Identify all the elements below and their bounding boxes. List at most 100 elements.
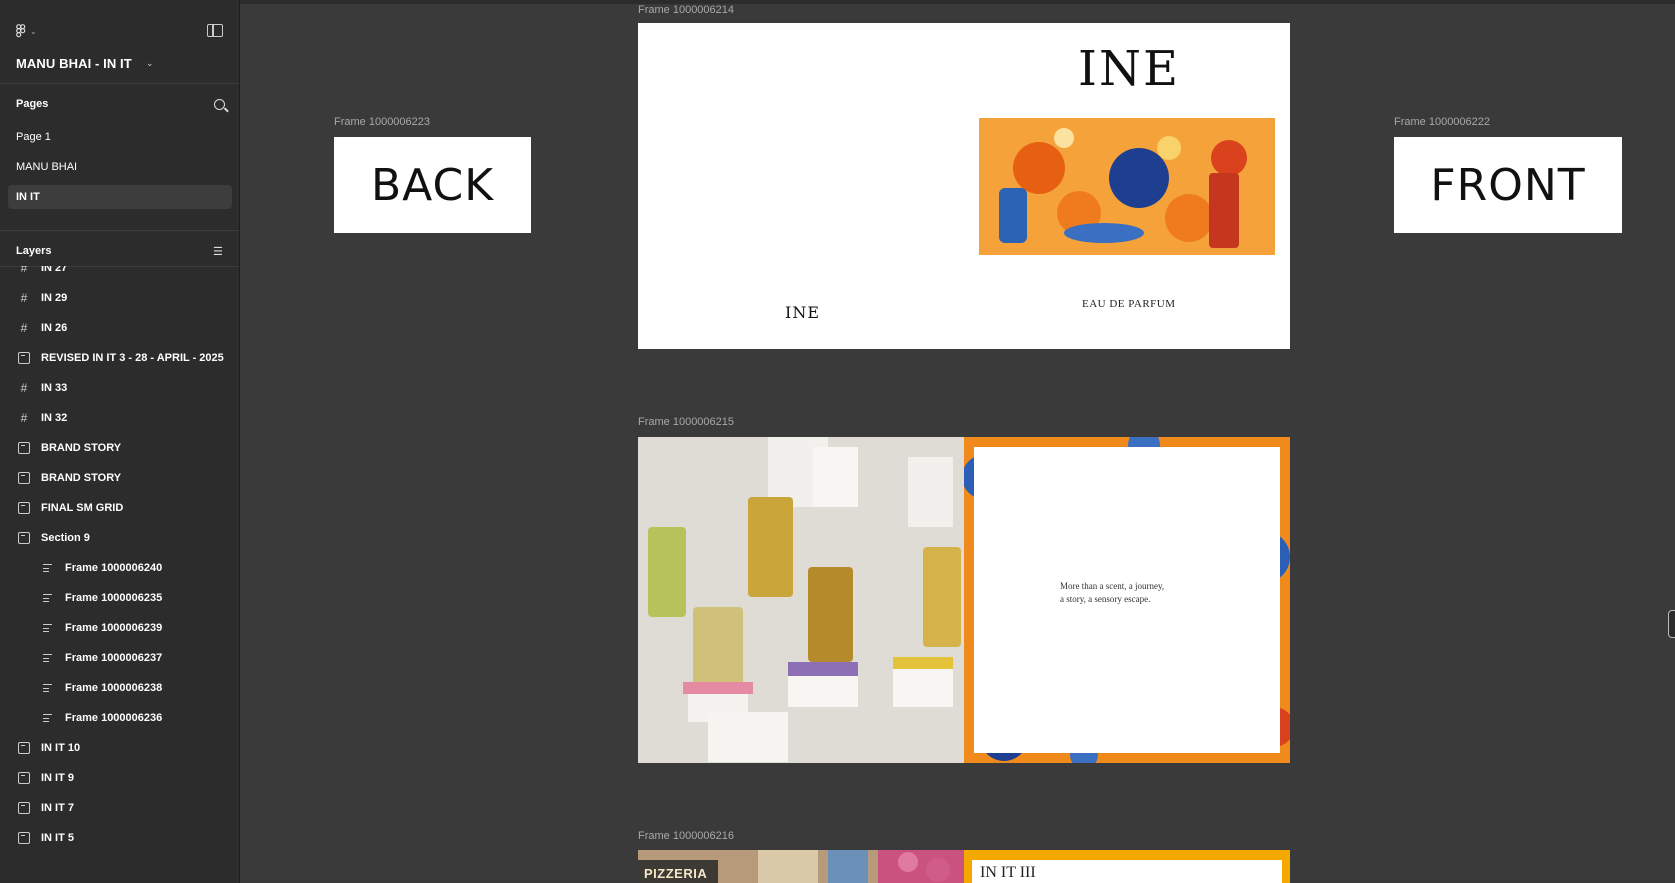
tagline-line-2: a story, a sensory escape. [1060,594,1151,604]
frame-hash-icon: # [20,381,28,395]
layer-label: IN IT 10 [41,742,81,754]
figma-logo-icon [16,24,26,38]
layer-item[interactable]: Frame 1000006236 [0,702,239,734]
frame-layout-icon [42,682,54,694]
page-item-in-it[interactable]: IN IT [8,185,232,209]
layer-label: IN IT 5 [41,832,75,844]
story-frame[interactable]: PIZZERIA IN IT III [638,850,1290,883]
frame-layout-icon [42,652,54,664]
section-icon [18,802,30,814]
frame-label[interactable]: Frame 1000006223 [334,116,430,128]
layer-item[interactable]: Section 9 [0,522,239,554]
canvas-scrollbar[interactable] [1668,610,1675,638]
small-brand-logo: INE [785,303,820,322]
pages-title: Pages [16,98,49,110]
frame-hash-icon: # [20,411,28,425]
frame-layout-icon [42,622,54,634]
layer-item[interactable]: IN IT 7 [0,792,239,824]
illustration-image [979,118,1275,255]
layer-item[interactable]: IN IT 9 [0,762,239,794]
layer-item[interactable]: Frame 1000006240 [0,552,239,584]
frame-label[interactable]: Frame 1000006222 [1394,116,1490,128]
shop-sign: PIZZERIA [644,866,708,881]
section-icon [18,352,30,364]
layer-item[interactable]: REVISED IN IT 3 - 28 - APRIL - 2025 [0,342,239,374]
layer-item[interactable]: IN IT 10 [0,732,239,764]
layers-list: # IN 27 # IN 29 # IN 26 REVISED IN IT 3 - 2… [0,266,239,883]
layer-item[interactable]: Frame 1000006238 [0,672,239,704]
page-item-page-1[interactable]: Page 1 [8,125,232,149]
layer-item[interactable]: FINAL SM GRID [0,492,239,524]
layer-item[interactable]: IN IT 5 [0,822,239,854]
layer-label: IN 33 [41,382,68,394]
layer-item[interactable]: Frame 1000006235 [0,582,239,614]
tagline-line-1: More than a scent, a journey, [1060,581,1165,591]
front-frame[interactable]: FRONT [1394,137,1622,233]
frame-label[interactable]: Frame 1000006215 [638,416,734,428]
layers-title: Layers [16,245,52,257]
frame-hash-icon: # [20,266,28,275]
page-item-manu-bhai[interactable]: MANU BHAI [8,155,232,179]
layer-label: Frame 1000006239 [65,622,163,634]
design-canvas[interactable]: Frame 1000006223 BACK Frame 1000006222 F… [241,4,1675,883]
section-icon [18,502,30,514]
frame-label[interactable]: Frame 1000006214 [638,4,734,16]
toggle-sidebar-icon[interactable] [207,24,223,37]
back-frame[interactable]: BACK [334,137,531,233]
layer-item[interactable]: # IN 33 [0,372,239,404]
file-menu-chevron-icon[interactable]: ⌄ [146,58,154,69]
layer-label: IN IT 9 [41,772,75,784]
layer-label: Section 9 [41,532,90,544]
layer-item[interactable]: BRAND STORY [0,432,239,464]
frame-layout-icon [42,592,54,604]
frame-layout-icon [42,712,54,724]
layer-label: Frame 1000006240 [65,562,163,574]
collapse-layers-icon[interactable]: ☰ [213,245,223,258]
campaign-frame[interactable]: More than a scent, a journey, a story, a… [638,437,1290,763]
layer-label: IN 29 [41,292,68,304]
file-name[interactable]: MANU BHAI - IN IT [16,56,132,71]
product-caption: EAU DE PARFUM [1082,298,1176,310]
chevron-down-icon: ⌄ [30,27,37,36]
section-icon [18,772,30,784]
layer-item[interactable]: Frame 1000006239 [0,612,239,644]
layer-label: IN 27 [41,266,68,274]
layer-item[interactable]: # IN 32 [0,402,239,434]
story-heading: IN IT III [980,864,1036,881]
layer-label: Frame 1000006236 [65,712,163,724]
file-header: ⌄ MANU BHAI - IN IT ⌄ [0,4,239,84]
layer-label: REVISED IN IT 3 - 28 - APRIL - 2025 [41,352,224,364]
packaging-frame[interactable]: INE EAU DE PARFUM INE [638,23,1290,349]
layer-label: IN IT 7 [41,802,75,814]
perfume-bottles-photo [638,437,964,763]
divider [0,230,239,231]
frame-hash-icon: # [20,291,28,305]
main-menu-button[interactable]: ⌄ [16,24,37,39]
search-icon[interactable] [214,99,225,110]
layer-item[interactable]: # IN 26 [0,312,239,344]
frame-layout-icon [42,562,54,574]
layer-item[interactable]: # IN 29 [0,282,239,314]
layer-label: Frame 1000006238 [65,682,163,694]
layer-label: IN 26 [41,322,68,334]
layer-item[interactable]: BRAND STORY [0,462,239,494]
citrus-illustration-icon [979,118,1275,255]
layer-label: BRAND STORY [41,472,122,484]
brand-logo: INE [1078,41,1180,97]
frame-hash-icon: # [20,321,28,335]
layer-item[interactable]: Frame 1000006237 [0,642,239,674]
section-icon [18,742,30,754]
pages-header: Pages [0,92,239,120]
layer-label: FINAL SM GRID [41,502,124,514]
frame-label[interactable]: Frame 1000006216 [638,830,734,842]
layers-header: Layers ☰ [0,239,239,267]
back-label: BACK [370,159,495,211]
layer-label: Frame 1000006235 [65,592,163,604]
section-icon [18,532,30,544]
front-label: FRONT [1430,159,1586,211]
layer-label: IN 32 [41,412,68,424]
section-icon [18,472,30,484]
section-icon [18,442,30,454]
left-sidebar: ⌄ MANU BHAI - IN IT ⌄ Pages Page 1 MANU … [0,0,240,883]
layer-label: BRAND STORY [41,442,122,454]
